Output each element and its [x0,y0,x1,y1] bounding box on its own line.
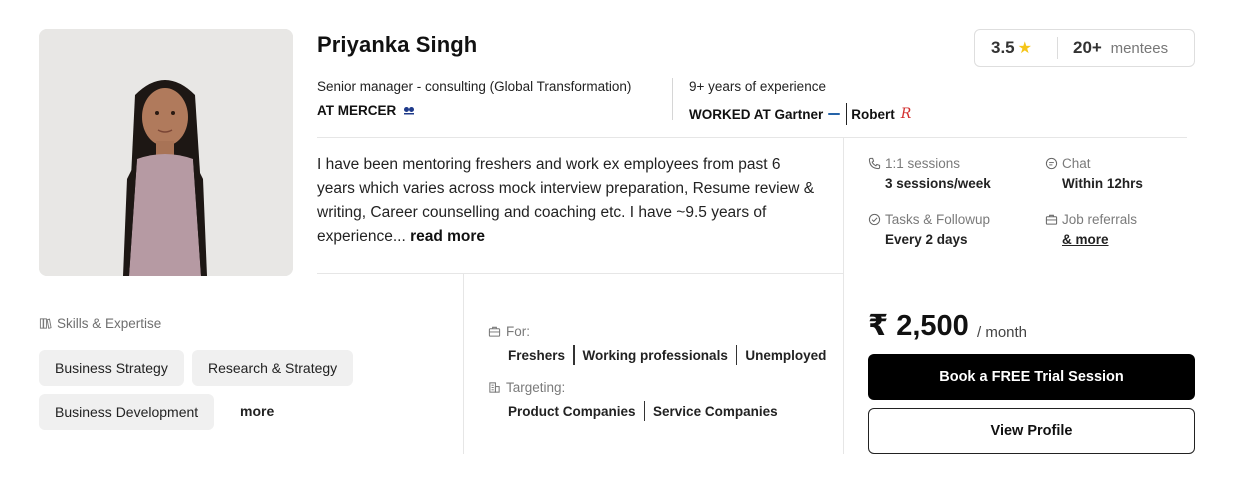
more-skills-link[interactable]: more [240,403,274,419]
for-item: Freshers [508,347,566,363]
books-icon [39,318,52,329]
rating: 3.5 ★ [975,38,1057,58]
targeting-title-label: Targeting: [506,380,566,395]
skills-title-label: Skills & Expertise [57,316,162,331]
star-icon: ★ [1017,40,1032,57]
gartner-logo-icon [828,111,841,117]
read-more-link[interactable]: read more [410,228,485,245]
feature-title: Job referrals [1062,212,1138,227]
targeting-title: Targeting: [488,380,565,395]
feature-value: Within 12hrs [1062,176,1143,191]
rating-summary: 3.5 ★ 20+ mentees [974,29,1195,67]
mentor-bio: I have been mentoring freshers and work … [317,153,817,249]
check-circle-icon [868,213,881,226]
for-list: Freshers Working professionals Unemploye… [508,345,826,365]
for-item: Unemployed [745,347,827,363]
mentee-count: 20+ mentees [1058,38,1168,58]
skill-chip: Business Strategy [39,350,184,386]
divider [843,138,844,454]
rating-value: 3.5 [991,38,1015,57]
view-profile-button[interactable]: View Profile [868,408,1195,454]
feature-value: Every 2 days [885,232,968,247]
mentor-role: Senior manager - consulting (Global Tran… [317,79,632,94]
briefcase-icon [488,326,501,337]
previous-company-name: Robert [851,106,895,122]
for-title: For: [488,324,530,339]
feature-title: Chat [1062,156,1091,171]
divider [846,103,848,125]
mentor-photo [39,29,293,276]
price-period: / month [977,324,1028,341]
mentee-count-value: 20+ [1073,38,1102,57]
robert-logo-icon: R [900,106,912,122]
feature-title: Tasks & Followup [885,212,991,227]
mentee-label: mentees [1110,40,1169,57]
divider [735,345,738,365]
current-company: AT MERCER [317,103,415,118]
chat-icon [1045,157,1058,170]
for-title-label: For: [506,324,531,339]
feature-tasks: Tasks & Followup Every 2 days [868,212,990,247]
skill-chip: Research & Strategy [192,350,354,386]
divider [317,273,843,274]
targeting-item: Product Companies [508,403,636,419]
divider [463,274,464,454]
feature-sessions: 1:1 sessions 3 sessions/week [868,156,991,191]
feature-referrals: Job referrals & more [1045,212,1137,247]
building-icon [489,382,500,393]
skills-title: Skills & Expertise [39,316,161,331]
divider [317,137,1187,138]
worked-at-label: WORKED AT Gartner [689,106,824,122]
feature-chat: Chat Within 12hrs [1045,156,1143,191]
targeting-list: Product Companies Service Companies [508,401,778,421]
previous-companies: WORKED AT Gartner Robert R [689,103,911,125]
mentor-name: Priyanka Singh [317,32,478,57]
book-trial-button[interactable]: Book a FREE Trial Session [868,354,1195,400]
mercer-logo-icon [403,106,415,116]
feature-title: 1:1 sessions [885,156,961,171]
divider [672,78,673,120]
divider [643,401,646,421]
experience: 9+ years of experience [689,79,826,94]
current-company-label: AT MERCER [317,103,397,118]
for-item: Working professionals [582,347,728,363]
phone-icon [868,157,881,170]
price: ₹ 2,500 [868,310,969,342]
bio-text: I have been mentoring freshers and work … [317,156,815,245]
feature-value: 3 sessions/week [885,176,991,191]
targeting-item: Service Companies [653,403,778,419]
job-referrals-more-link[interactable]: & more [1062,232,1137,247]
skill-chip: Business Development [39,394,215,430]
briefcase-icon [1045,214,1058,225]
divider [573,345,575,365]
